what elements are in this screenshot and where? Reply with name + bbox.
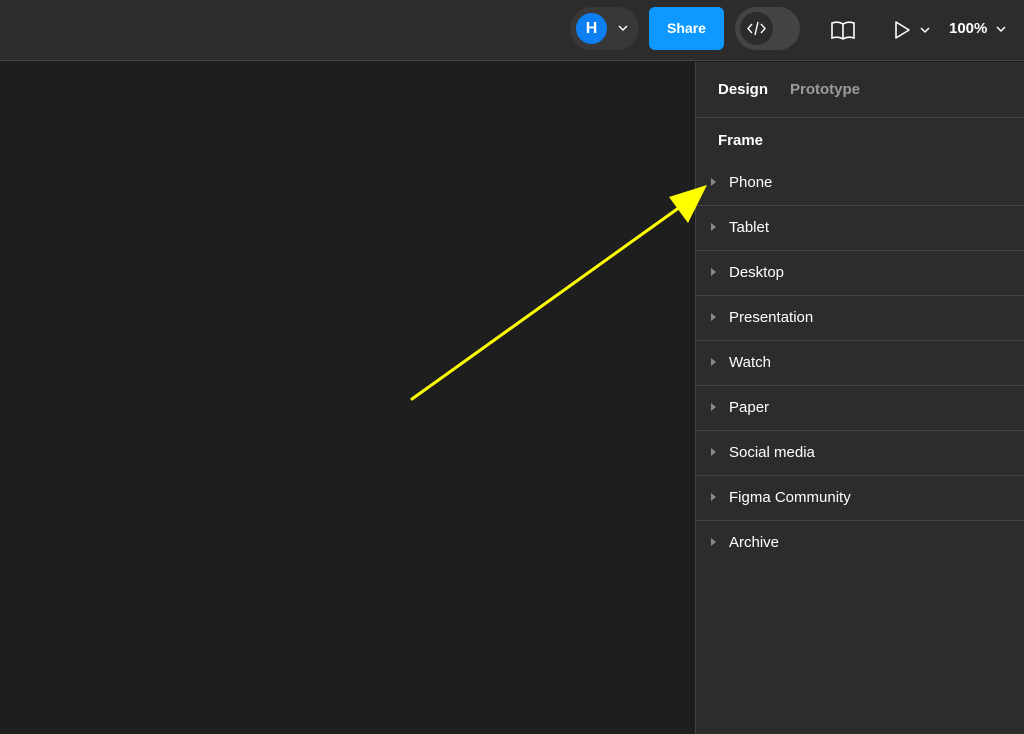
caret-right-icon (711, 538, 716, 546)
caret-right-icon (711, 178, 716, 186)
design-canvas[interactable] (0, 62, 695, 734)
avatar[interactable]: H (576, 13, 607, 44)
frame-item-archive[interactable]: Archive (696, 521, 1024, 566)
tab-design[interactable]: Design (718, 81, 768, 98)
frame-item-label: Tablet (729, 219, 770, 236)
zoom-dropdown[interactable]: 100% (947, 17, 1011, 43)
frame-item-label: Presentation (729, 309, 814, 326)
frame-preset-list: Phone Tablet Desktop Presentation Watch … (696, 161, 1024, 566)
panel-tabs: Design Prototype (696, 62, 1024, 118)
zoom-level: 100% (949, 20, 988, 37)
dev-mode-knob (740, 12, 773, 45)
section-title: Frame (718, 132, 764, 149)
frame-item-label: Phone (729, 174, 773, 191)
frame-item-label: Paper (729, 399, 770, 416)
caret-right-icon (711, 313, 716, 321)
properties-panel: Design Prototype Frame Phone Tablet Desk… (695, 62, 1024, 734)
play-icon (895, 21, 910, 39)
frame-item-tablet[interactable]: Tablet (696, 206, 1024, 251)
caret-right-icon (711, 493, 716, 501)
caret-right-icon (711, 268, 716, 276)
top-toolbar: H Share 100% (0, 0, 1024, 61)
frame-item-label: Desktop (729, 264, 785, 281)
frame-item-watch[interactable]: Watch (696, 341, 1024, 386)
frame-item-paper[interactable]: Paper (696, 386, 1024, 431)
chevron-down-icon[interactable] (616, 21, 630, 35)
frame-item-label: Social media (729, 444, 815, 461)
frame-item-phone[interactable]: Phone (696, 161, 1024, 206)
frame-item-presentation[interactable]: Presentation (696, 296, 1024, 341)
caret-right-icon (711, 448, 716, 456)
chevron-down-icon (920, 27, 930, 34)
tab-prototype[interactable]: Prototype (790, 81, 860, 98)
book-icon[interactable] (829, 17, 857, 43)
caret-right-icon (711, 403, 716, 411)
present-button[interactable] (889, 17, 933, 43)
code-icon (747, 21, 766, 36)
frame-item-label: Archive (729, 534, 780, 551)
frame-item-figma-community[interactable]: Figma Community (696, 476, 1024, 521)
frame-item-label: Watch (729, 354, 771, 371)
caret-right-icon (711, 358, 716, 366)
user-menu[interactable]: H (570, 7, 639, 50)
frame-item-label: Figma Community (729, 489, 851, 506)
caret-right-icon (711, 223, 716, 231)
share-button[interactable]: Share (649, 7, 724, 50)
frame-item-social-media[interactable]: Social media (696, 431, 1024, 476)
frame-item-desktop[interactable]: Desktop (696, 251, 1024, 296)
chevron-down-icon (996, 26, 1006, 33)
dev-mode-toggle[interactable] (735, 7, 800, 50)
